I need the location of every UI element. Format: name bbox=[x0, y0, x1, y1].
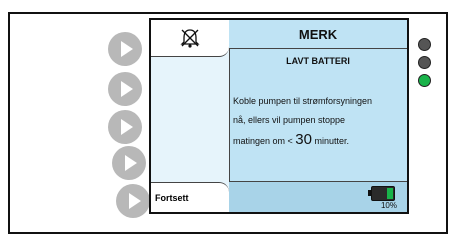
minutes-value: 30 bbox=[295, 131, 312, 148]
status-led-3 bbox=[418, 74, 431, 87]
side-button-4[interactable] bbox=[112, 146, 146, 180]
status-led-2 bbox=[418, 56, 431, 69]
alert-title: MERK bbox=[229, 20, 407, 49]
battery-status-area: 10% bbox=[229, 181, 407, 212]
alert-message: Koble pumpen til strømforsyningen nå, el… bbox=[233, 92, 401, 151]
alarm-tab[interactable] bbox=[151, 20, 229, 57]
status-led-1 bbox=[418, 38, 431, 51]
bell-muted-icon bbox=[180, 29, 200, 48]
side-button-2[interactable] bbox=[108, 72, 142, 106]
message-line-2: nå, ellers vil pumpen stoppe bbox=[233, 115, 346, 125]
side-button-1[interactable] bbox=[108, 32, 142, 66]
message-line-3-prefix: matingen om < bbox=[233, 136, 296, 146]
display-screen: MERK LAVT BATTERI Koble pumpen til strøm… bbox=[149, 18, 409, 214]
message-line-3: matingen om < 30 minutter. bbox=[233, 130, 401, 151]
continue-button[interactable]: Fortsett bbox=[151, 182, 229, 212]
battery-percent: 10% bbox=[380, 201, 397, 210]
message-line-3-suffix: minutter. bbox=[311, 136, 349, 146]
message-line-1: Koble pumpen til strømforsyningen bbox=[233, 96, 373, 106]
alert-subtitle: LAVT BATTERI bbox=[286, 56, 350, 66]
side-button-3[interactable] bbox=[108, 110, 142, 144]
side-button-5[interactable] bbox=[116, 184, 150, 218]
battery-icon bbox=[368, 186, 395, 201]
